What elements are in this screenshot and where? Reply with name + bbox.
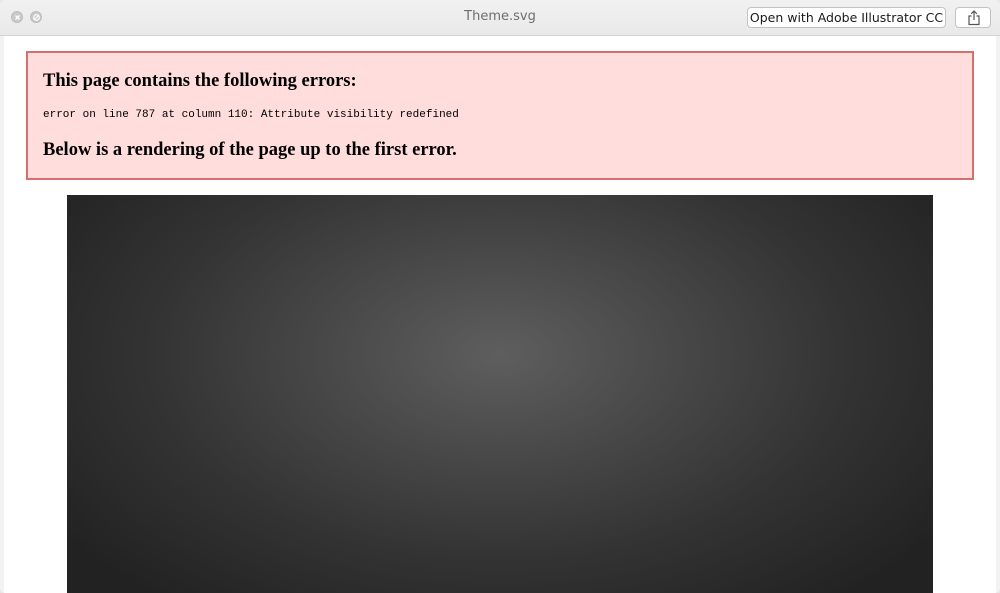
parser-error-box: This page contains the following errors:… [26,51,974,180]
preview-content[interactable]: This page contains the following errors:… [4,36,996,593]
open-with-illustrator-button[interactable]: Open with Adobe Illustrator CC [747,7,946,28]
share-icon [968,10,980,26]
error-footer: Below is a rendering of the page up to t… [43,140,457,160]
title-bar[interactable]: Theme.svg Open with Adobe Illustrator CC [0,0,1000,36]
svg-render-preview [67,195,933,593]
error-message: error on line 787 at column 110: Attribu… [43,109,459,121]
quicklook-window: Theme.svg Open with Adobe Illustrator CC… [0,0,1000,593]
share-button[interactable] [955,7,991,28]
error-heading: This page contains the following errors: [43,71,357,91]
